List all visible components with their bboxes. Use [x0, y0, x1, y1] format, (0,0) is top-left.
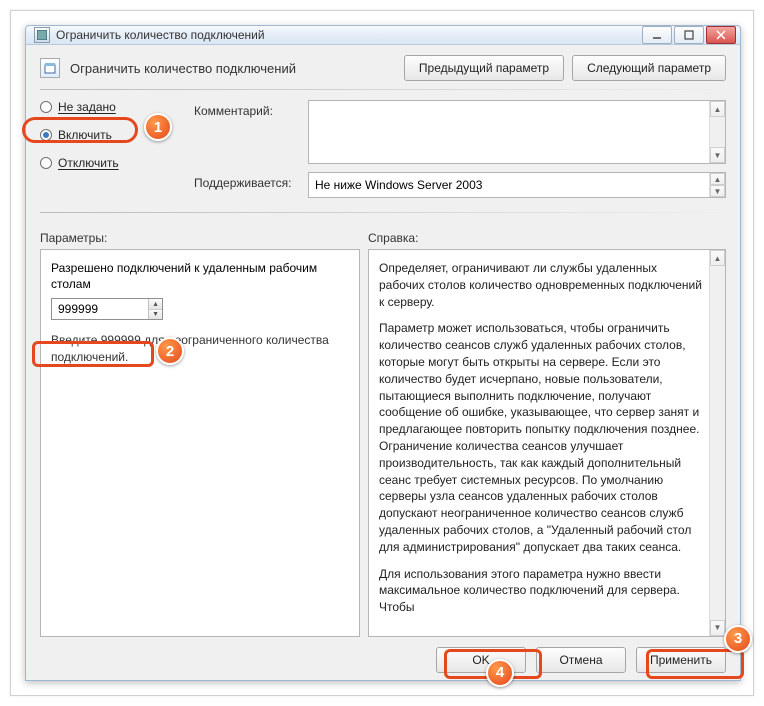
comment-label: Комментарий:	[194, 100, 304, 118]
window-controls	[642, 26, 736, 44]
scrollbar[interactable]: ▲ ▼	[709, 101, 725, 163]
divider	[40, 212, 726, 213]
apply-button[interactable]: Применить	[636, 647, 726, 673]
screenshot-frame: Ограничить количество подключений Ограни…	[10, 10, 754, 696]
help-paragraph: Параметр может использоваться, чтобы огр…	[379, 320, 703, 555]
maximize-button[interactable]	[674, 26, 704, 44]
comment-textarea[interactable]: ▲ ▼	[308, 100, 726, 164]
policy-title: Ограничить количество подключений	[70, 61, 394, 76]
marker-2: 2	[156, 337, 184, 365]
radio-label: Не задано	[58, 100, 116, 114]
next-setting-button[interactable]: Следующий параметр	[572, 55, 726, 81]
minimize-button[interactable]	[642, 26, 672, 44]
parameters-pane: Разрешено подключений к удаленным рабочи…	[40, 249, 360, 637]
policy-icon	[40, 58, 60, 78]
close-button[interactable]	[706, 26, 736, 44]
scrollbar[interactable]: ▲ ▼	[709, 173, 725, 197]
divider	[40, 89, 726, 90]
dialog-window: Ограничить количество подключений Ограни…	[25, 25, 741, 681]
param-title: Разрешено подключений к удаленным рабочи…	[51, 260, 349, 292]
radio-label: Отключить	[58, 156, 119, 170]
connections-input[interactable]	[52, 299, 148, 319]
dialog-buttons: OK Отмена Применить	[40, 637, 726, 673]
radio-not-configured[interactable]: Не задано	[40, 100, 190, 114]
titlebar[interactable]: Ограничить количество подключений	[26, 26, 740, 45]
dialog-content: Ограничить количество подключений Предыд…	[26, 45, 740, 685]
scroll-up-icon[interactable]: ▲	[710, 250, 725, 266]
scroll-down-icon[interactable]: ▼	[710, 147, 725, 163]
help-section-label: Справка:	[368, 231, 418, 245]
radio-disabled[interactable]: Отключить	[40, 156, 190, 170]
params-section-label: Параметры:	[40, 231, 107, 245]
comment-value	[309, 97, 317, 119]
radio-label: Включить	[58, 128, 112, 142]
help-paragraph: Для использования этого параметра нужно …	[379, 566, 703, 616]
param-hint: Введите 999999 для неограниченного колич…	[51, 332, 349, 364]
scroll-down-icon[interactable]: ▼	[710, 185, 725, 197]
scroll-up-icon[interactable]: ▲	[710, 101, 725, 117]
supported-field: Не ниже Windows Server 2003 ▲ ▼	[308, 172, 726, 198]
scroll-up-icon[interactable]: ▲	[710, 173, 725, 185]
marker-4: 4	[486, 659, 514, 687]
supported-label: Поддерживается:	[194, 172, 304, 190]
supported-value: Не ниже Windows Server 2003	[315, 178, 482, 192]
cancel-button[interactable]: Отмена	[536, 647, 626, 673]
connections-spinner[interactable]: ▲ ▼	[51, 298, 163, 320]
marker-3: 3	[724, 625, 752, 653]
spin-up-icon[interactable]: ▲	[149, 299, 162, 310]
scroll-down-icon[interactable]: ▼	[710, 620, 725, 636]
window-icon	[34, 27, 50, 43]
help-text: Определяет, ограничивают ли службы удале…	[379, 260, 703, 616]
help-paragraph: Определяет, ограничивают ли службы удале…	[379, 260, 703, 310]
marker-1: 1	[144, 113, 172, 141]
window-title: Ограничить количество подключений	[56, 28, 642, 42]
spin-down-icon[interactable]: ▼	[149, 310, 162, 320]
previous-setting-button[interactable]: Предыдущий параметр	[404, 55, 564, 81]
scrollbar[interactable]: ▲ ▼	[709, 250, 725, 636]
help-pane: Определяет, ограничивают ли службы удале…	[368, 249, 726, 637]
